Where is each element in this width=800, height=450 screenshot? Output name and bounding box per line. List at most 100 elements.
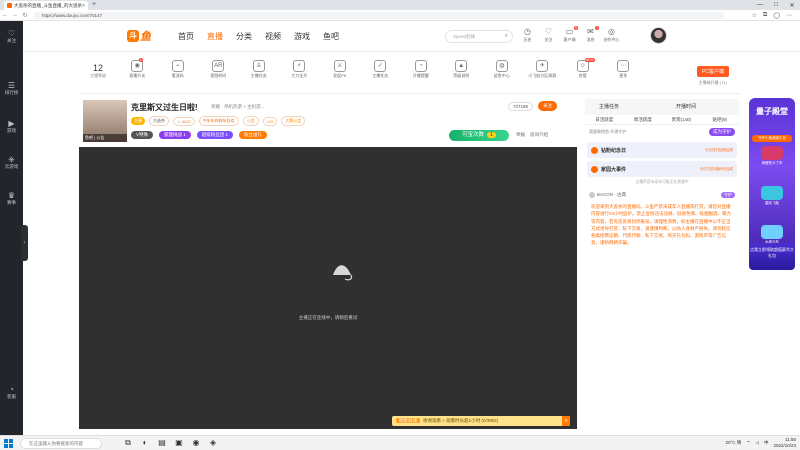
header-消息-item[interactable]: ✉ 消息 1	[580, 26, 601, 43]
profile-icon[interactable]: ◯	[773, 12, 780, 19]
search-icon[interactable]: ⌕	[505, 31, 508, 42]
reload-icon[interactable]: ↻	[20, 12, 30, 19]
media-app-icon[interactable]: ◈	[207, 437, 219, 449]
network-icon[interactable]: ⌔	[746, 440, 750, 446]
streamer-badge[interactable]: 狐狸挑战 1	[159, 131, 191, 139]
gift-progress-bar[interactable]: 明星商城 谢谢观看 > 观看时长超1小时 (0/3952) ✕	[392, 416, 570, 426]
sidebar-item[interactable]: ☰ 排行榜	[0, 81, 23, 96]
nav-item[interactable]: 首页	[178, 31, 194, 42]
nav-item[interactable]: 分类	[236, 31, 252, 42]
sidebar-item[interactable]: ⎈ 云游戏	[0, 155, 23, 170]
user-avatar[interactable]	[650, 27, 667, 44]
chat-username[interactable]: BACON · 古典	[597, 192, 626, 198]
anchor-tool[interactable]: ◔ 开播提醒	[401, 58, 442, 79]
report-link[interactable]: 举报	[516, 132, 525, 138]
promo-item[interactable]: 星际飞船	[755, 186, 789, 206]
anchor-tool[interactable]: ✓ 主播任务	[360, 58, 401, 79]
sidebar-item[interactable]: ♡ 关注	[0, 29, 23, 44]
language-indicator[interactable]: 中	[764, 440, 769, 446]
start-icon[interactable]	[4, 439, 13, 448]
anchor-tool[interactable]: AR 视频转码	[198, 58, 239, 79]
back-icon[interactable]: ←	[0, 12, 10, 18]
streamer-tag[interactable]: LV5	[262, 116, 278, 126]
header-客户端-item[interactable]: ▭ 客户端 9	[559, 26, 580, 43]
live-time-tab[interactable]: 开播时间	[662, 99, 739, 115]
url-field[interactable]: https://www.douyu.com/70147	[34, 12, 724, 19]
sidebar-item[interactable]: ◔ 客服	[0, 385, 23, 400]
store-icon[interactable]: ▣	[173, 437, 185, 449]
gift-bar-close-icon[interactable]: ✕	[562, 416, 570, 426]
header-创作中心-item[interactable]: ◎ 创作中心	[601, 27, 622, 43]
event-card[interactable]: 钻粉纪念日 今日月打钻粉加成	[587, 142, 737, 158]
pc-client-button[interactable]: PC客户端	[697, 66, 729, 77]
search-input[interactable]: Speed机械 ⌕	[445, 30, 513, 43]
anchor-tool[interactable]: ⌁ 看流码	[158, 58, 199, 79]
event-card[interactable]: 家园大事件 今日打钻3倍积分加成	[587, 161, 737, 177]
task-view-icon[interactable]: ⧉	[122, 437, 134, 449]
room-intro-link[interactable]: 房间介绍	[530, 132, 548, 138]
anchor-tool[interactable]: ◍ 鲨鱼中心	[482, 58, 523, 79]
bookmark-star-icon[interactable]: ☆	[752, 12, 757, 19]
streamer-badge[interactable]: 粉丝送礼	[239, 131, 268, 139]
streamer-tag[interactable]: 公会	[242, 116, 259, 126]
nav-item[interactable]: 直播	[207, 31, 223, 42]
close-window-icon[interactable]: ✕	[784, 0, 800, 10]
sidebar-item-label: 赛事	[7, 200, 16, 205]
sidebar-collapse-handle[interactable]: ›	[21, 225, 28, 261]
douyu-logo[interactable]: 斗 鱼	[127, 29, 167, 43]
promo-footer-banner[interactable]: 点我立即领取超值豪华大礼包	[749, 243, 795, 270]
header-历史-item[interactable]: ◷ 历史	[517, 27, 538, 43]
anchor-tool[interactable]: ▲ 等级说明	[441, 58, 482, 79]
maximize-icon[interactable]: □	[768, 0, 784, 10]
anchor-tool[interactable]: ⚡ 大力全开	[279, 58, 320, 79]
nav-item[interactable]: 鱼吧	[323, 31, 339, 42]
promo-item[interactable]: 海狸快卡丁车	[755, 146, 789, 166]
streamer-tag[interactable]: 今年年终跨年狂欢	[198, 116, 239, 126]
promo-item[interactable]: 水晶马车	[755, 225, 789, 245]
taskbar-search[interactable]: 在这里输入你要搜索的内容	[20, 438, 102, 449]
forward-icon[interactable]: →	[10, 12, 20, 18]
sidebar-item[interactable]: ♛ 赛事	[0, 191, 23, 206]
anchor-tool[interactable]: ☺ 房管 NEW	[563, 58, 604, 79]
menu-dots-icon[interactable]: ⋯	[786, 12, 792, 19]
video-player[interactable]: 主播正在连线中，请稍后重试	[79, 147, 577, 429]
nav-item[interactable]: 游戏	[294, 31, 310, 42]
tab-close-icon[interactable]: ×	[82, 3, 85, 9]
sidebar-item[interactable]: ▶ 游戏	[0, 119, 23, 134]
volume-icon[interactable]: ◁	[756, 440, 759, 446]
category-breadcrumb[interactable]: 荣耀 · 单机热游 > 主机游...	[211, 104, 264, 110]
anchor-tool[interactable]: ◉ 直播开关 2	[117, 58, 158, 79]
file-explorer-icon[interactable]: ▤	[156, 437, 168, 449]
weather-readout[interactable]: 20°C 晴	[725, 440, 741, 446]
anchor-tool[interactable]: ⚔ 发起PK	[320, 58, 361, 79]
ranking-tab[interactable]: 周活跃度	[624, 115, 663, 124]
streamer-badge[interactable]: 超级粉丝团 1	[196, 131, 234, 139]
ranking-tab[interactable]: 日活跃度	[585, 115, 624, 124]
anchor-tool[interactable]: ✈ 小飞船分区周赛	[522, 58, 563, 79]
anchor-tool[interactable]: ⋯ 更多	[603, 58, 644, 79]
avatar-caption[interactable]: 鱼吧 | 公告	[83, 134, 127, 142]
follow-button[interactable]: 关注	[538, 101, 557, 111]
streamer-tag[interactable]: 大鹅公会	[281, 116, 306, 126]
extensions-icon[interactable]: ⧉	[763, 12, 767, 19]
anchor-tool[interactable]: ♙ 主播任务	[239, 58, 280, 79]
new-tab-button[interactable]: +	[92, 1, 96, 8]
streamer-tag[interactable]: ♨ 4122	[173, 116, 195, 126]
browser-app-icon[interactable]: ◉	[190, 437, 202, 449]
anchor-task-tab[interactable]: 主播任务	[585, 99, 662, 115]
nav-item[interactable]: 视频	[265, 31, 281, 42]
streamer-badge[interactable]: V特殊	[131, 131, 154, 139]
header-关注-item[interactable]: ♡ 关注	[538, 27, 559, 43]
streamer-tag[interactable]: 大逃杀	[149, 116, 169, 126]
treasure-counter[interactable]: 可宝次数 1	[449, 130, 509, 141]
edge-icon[interactable]: ◐	[139, 437, 151, 449]
taskbar-clock[interactable]: 11:50 2022/10/23	[773, 437, 796, 449]
become-guard-button[interactable]: 成为守护	[709, 128, 735, 136]
browser-tab[interactable]: 大逃杀的直播_斗鱼直播_的大逃杀日... ×	[4, 1, 88, 10]
ranking-tab[interactable]: 贴吧(9)	[701, 115, 740, 124]
minimize-icon[interactable]: —	[752, 0, 768, 10]
anchor-level[interactable]: 12 主播等级	[83, 63, 113, 79]
streamer-avatar[interactable]: 鱼吧 | 公告	[83, 100, 127, 142]
ranking-tab[interactable]: 贵宾(140)	[662, 115, 701, 124]
streamer-tag[interactable]: 主播	[131, 117, 145, 125]
